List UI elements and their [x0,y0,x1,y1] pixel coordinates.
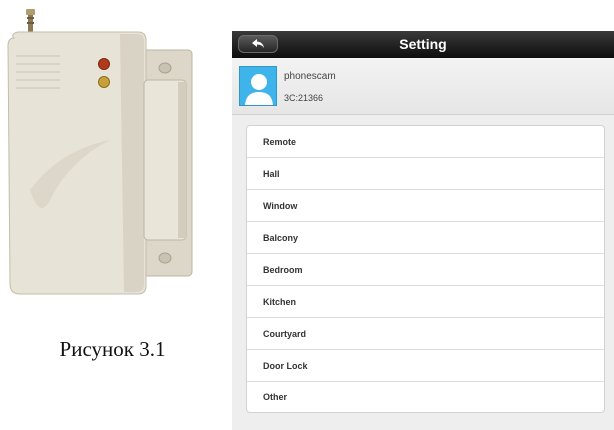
page-title: Setting [399,36,447,52]
zone-item-remote[interactable]: Remote [247,126,604,158]
door-sensor-photo [0,0,215,305]
figure-caption: Рисунок 3.1 [59,337,166,361]
zone-list: Remote Hall Window Balcony Bedroom Kitch… [246,125,605,413]
zone-item-balcony[interactable]: Balcony [247,222,604,254]
zone-item-door-lock[interactable]: Door Lock [247,350,604,382]
title-bar: Setting [232,31,614,58]
zone-item-courtyard[interactable]: Courtyard [247,318,604,350]
settings-screen: Setting phonescam 3C:21366 Remote Hall W… [232,31,614,430]
zone-item-hall[interactable]: Hall [247,158,604,190]
account-header[interactable]: phonescam 3C:21366 [232,58,614,115]
zone-item-window[interactable]: Window [247,190,604,222]
account-id: 3C:21366 [284,93,324,103]
zone-item-kitchen[interactable]: Kitchen [247,286,604,318]
zone-item-bedroom[interactable]: Bedroom [247,254,604,286]
back-button[interactable] [238,35,278,53]
user-avatar-icon [239,66,277,106]
account-name: phonescam [284,71,336,82]
zone-item-other[interactable]: Other [247,382,604,412]
back-arrow-icon [252,39,264,48]
